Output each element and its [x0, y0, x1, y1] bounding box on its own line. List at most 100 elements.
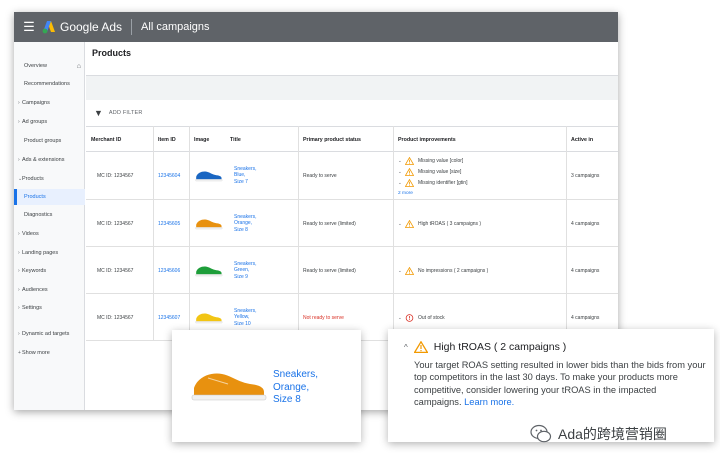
chevron-down-icon[interactable]: ⌄	[398, 315, 405, 321]
column-header-active-in[interactable]: Active in	[566, 127, 618, 153]
sidebar-item-label: Keywords	[22, 268, 47, 274]
improvement-text: Missing value [color]	[418, 158, 464, 164]
sidebar: Overview ⌂ Recommendations › Campaigns › Ad gr…	[14, 42, 85, 410]
show-more-link[interactable]: 2 more	[398, 191, 413, 196]
sidebar-item-label: Dynamic ad targets	[22, 331, 70, 337]
sidebar-item-landing-pages[interactable]: › Landing pages	[14, 245, 85, 261]
improvement-item[interactable]: ⌄ Missing identifier [gtin]	[398, 178, 467, 189]
sidebar-item-products[interactable]: ⌄ Products	[14, 171, 85, 187]
brand-name: Google Ads	[60, 20, 123, 34]
filter-icon[interactable]: ▼	[94, 108, 103, 118]
sidebar-item-ads-extensions[interactable]: › Ads & extensions	[14, 152, 85, 168]
sidebar-item-label: Videos	[22, 231, 39, 237]
warning-icon	[405, 219, 414, 228]
sidebar-item-label: Diagnostics	[24, 212, 53, 218]
breadcrumb[interactable]: All campaigns	[141, 21, 209, 33]
active-in-cell: 4 campaigns	[571, 220, 600, 227]
chevron-up-icon[interactable]: ^	[404, 343, 408, 352]
product-title-link[interactable]: Sneakers, Blue, Size 7	[177, 152, 298, 199]
watermark: Ada的跨境营销圈	[530, 424, 667, 444]
sidebar-item-label: Ads & extensions	[22, 157, 65, 163]
sidebar-item-show-more[interactable]: + Show more	[14, 345, 85, 361]
improvement-item[interactable]: ⌄ Missing value [color]	[398, 156, 463, 167]
improvement-text: Out of stock	[418, 314, 445, 321]
home-icon[interactable]: ⌂	[77, 63, 81, 70]
sidebar-item-diagnostics[interactable]: Diagnostics	[14, 207, 85, 223]
product-callout: Sneakers, Orange, Size 8	[172, 330, 361, 442]
merchant-id-cell: MC ID: 1234567	[97, 314, 134, 321]
chevron-down-icon[interactable]: ⌄	[398, 158, 405, 164]
product-improvements-cell: ⌄ High tROAS ( 3 campaigns )	[393, 200, 566, 247]
sidebar-item-settings[interactable]: › Settings	[14, 300, 85, 316]
column-header-primary-status[interactable]: Primary product status	[298, 127, 393, 153]
product-title-link[interactable]: Sneakers, Orange, Size 8	[177, 200, 298, 247]
chevron-down-icon[interactable]: ⌄	[398, 169, 405, 175]
add-filter-button[interactable]: ADD FILTER	[109, 110, 143, 116]
sidebar-item-label: Show more	[22, 350, 50, 356]
sidebar-item-label: Audiences	[22, 287, 48, 293]
hamburger-menu-icon[interactable]: ☰	[18, 19, 40, 35]
wechat-icon	[530, 424, 552, 443]
sidebar-item-products[interactable]: Products	[14, 189, 85, 205]
warning-icon	[413, 341, 428, 353]
product-title-line: Size 8	[234, 226, 248, 233]
appbar-divider	[131, 19, 133, 35]
chevron-right-icon: ›	[18, 268, 20, 274]
filter-bar[interactable]: ▼ ADD FILTER	[86, 100, 618, 126]
sidebar-item-label: Campaigns	[22, 100, 50, 106]
sidebar-item-keywords[interactable]: › Keywords	[14, 263, 85, 279]
improvement-body-text: Your target ROAS setting resulted in low…	[414, 360, 706, 408]
sneaker-image	[191, 373, 267, 401]
improvement-description: Your target ROAS setting resulted in low…	[414, 359, 706, 409]
product-improvements-cell: ⌄ No impressions ( 2 campaigns )	[393, 247, 566, 294]
warning-icon	[405, 179, 414, 187]
product-title-link[interactable]: Sneakers, Green, Size 9	[177, 247, 298, 294]
product-title-link[interactable]: Sneakers, Orange, Size 8	[273, 369, 318, 407]
sidebar-item-dynamic-ad-targets[interactable]: › Dynamic ad targets	[14, 326, 85, 342]
column-header-item-id[interactable]: Item ID	[153, 127, 189, 153]
merchant-id-cell: MC ID: 1234567	[97, 172, 134, 179]
merchant-id-cell: MC ID: 1234567	[97, 220, 134, 227]
column-header-image[interactable]: Image	[189, 127, 223, 153]
plus-icon: +	[18, 350, 21, 356]
sidebar-item-recommendations[interactable]: Recommendations	[14, 76, 85, 92]
page-title: Products	[92, 48, 132, 58]
sidebar-item-product-groups[interactable]: Product groups	[14, 133, 85, 149]
improvement-item[interactable]: ⌄ High tROAS ( 3 campaigns )	[398, 218, 481, 229]
chevron-right-icon: ›	[18, 231, 20, 237]
column-divider	[298, 126, 299, 340]
chevron-down-icon[interactable]: ⌄	[398, 221, 405, 227]
chevron-right-icon: ›	[18, 157, 20, 163]
improvement-text: Missing value [size]	[418, 169, 462, 175]
column-header-title[interactable]: Title	[225, 127, 300, 153]
product-title-line: Sneakers,	[273, 369, 319, 380]
improvement-item[interactable]: ⌄ Out of stock	[398, 312, 445, 323]
sidebar-item-overview[interactable]: Overview ⌂	[14, 58, 85, 74]
chevron-right-icon: ›	[18, 287, 20, 293]
column-header-product-improvements[interactable]: Product improvements	[393, 127, 566, 153]
improvement-heading[interactable]: ^ High tROAS ( 2 campaigns )	[404, 341, 566, 353]
table-header: Merchant ID Item ID Image Title Primary prod…	[86, 126, 618, 152]
status-text: Ready to serve (limited)	[303, 267, 356, 274]
product-title-line: Size 9	[234, 273, 248, 280]
column-header-merchant-id[interactable]: Merchant ID	[86, 127, 153, 153]
improvement-item[interactable]: ⌄ Missing value [size]	[398, 167, 461, 178]
table-row[interactable]: MC ID: 1234567 12345605 Sneakers, Orange, Si…	[86, 200, 618, 247]
merchant-id-cell: MC ID: 1234567	[97, 267, 134, 274]
sidebar-item-videos[interactable]: › Videos	[14, 226, 85, 242]
chevron-right-icon: ›	[18, 331, 20, 337]
sidebar-item-audiences[interactable]: › Audiences	[14, 282, 85, 298]
table-row[interactable]: MC ID: 1234567 12345606 Sneakers, Green, Siz…	[86, 247, 618, 294]
column-divider	[153, 126, 154, 340]
sidebar-item-ad-groups[interactable]: › Ad groups	[14, 114, 85, 130]
status-text: Ready to serve (limited)	[303, 220, 356, 227]
sidebar-item-label: Products	[22, 176, 44, 182]
table-row[interactable]: MC ID: 1234567 12345604 Sneakers, Blue, Size…	[86, 152, 618, 200]
chevron-right-icon: ›	[18, 250, 20, 256]
chevron-down-icon[interactable]: ⌄	[398, 180, 405, 186]
sidebar-item-label: Overview	[24, 63, 47, 69]
improvement-item[interactable]: ⌄ No impressions ( 2 campaigns )	[398, 265, 488, 276]
chevron-down-icon[interactable]: ⌄	[398, 268, 405, 274]
learn-more-link[interactable]: Learn more.	[464, 397, 514, 407]
sidebar-item-campaigns[interactable]: › Campaigns	[14, 95, 85, 111]
